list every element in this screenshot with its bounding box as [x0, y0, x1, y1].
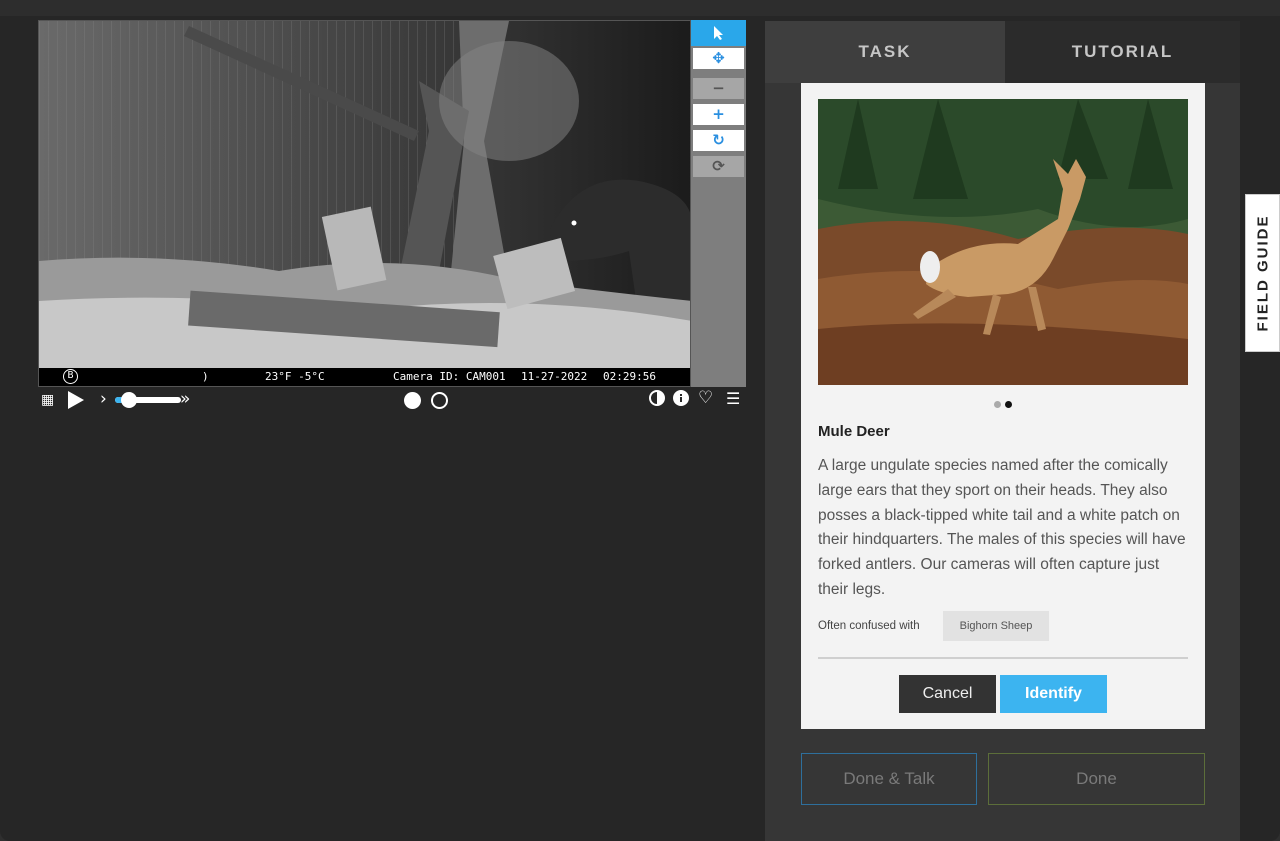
done-button[interactable]: Done — [988, 753, 1205, 805]
camera-trap-image — [39, 21, 690, 386]
reset-icon[interactable]: ⟳ — [693, 156, 744, 177]
moon-phase: ) — [202, 370, 209, 383]
species-card: Mule Deer A large ungulate species named… — [801, 83, 1205, 729]
slower-icon[interactable]: › — [100, 389, 107, 409]
species-photo — [818, 99, 1188, 385]
identify-button[interactable]: Identify — [1000, 675, 1107, 713]
heart-icon[interactable]: ♡ — [698, 388, 713, 408]
confused-label: Often confused with — [818, 620, 920, 632]
tab-task[interactable]: TASK — [765, 21, 1005, 83]
top-strip — [0, 0, 1280, 16]
panel-tabs: TASK TUTORIAL — [765, 21, 1240, 83]
brand-logo: B — [63, 369, 78, 384]
species-description: A large ungulate species named after the… — [818, 457, 1186, 598]
carousel-dot-1[interactable] — [994, 401, 1001, 408]
grid-icon[interactable]: ▦ — [41, 392, 54, 408]
carousel-dots — [801, 393, 1205, 412]
info-stamp: B ) 23°F -5°C Camera ID: CAM001 11-27-20… — [39, 368, 690, 386]
playback-controls: ▦ › » ♡ ☰ — [38, 388, 746, 412]
contrast-icon[interactable] — [649, 390, 665, 406]
image-toolbox: ✥ − + ↻ ⟳ — [691, 20, 746, 387]
field-guide-label: FIELD GUIDE — [1254, 214, 1271, 332]
faster-icon[interactable]: » — [180, 389, 190, 409]
species-name: Mule Deer — [818, 423, 890, 440]
move-icon[interactable]: ✥ — [693, 48, 744, 69]
carousel-dot-2[interactable] — [1005, 401, 1012, 408]
frame-dot-empty[interactable] — [431, 392, 448, 409]
divider — [818, 657, 1188, 659]
temperature: 23°F -5°C — [265, 370, 325, 383]
zoom-out-icon[interactable]: − — [693, 78, 744, 99]
metadata-list-icon[interactable]: ☰ — [726, 389, 740, 408]
play-icon[interactable] — [66, 390, 86, 410]
camera-id: Camera ID: CAM001 — [393, 370, 506, 383]
frame-dot-filled[interactable] — [404, 392, 421, 409]
confused-species-chip[interactable]: Bighorn Sheep — [943, 611, 1049, 641]
field-guide-tab[interactable]: FIELD GUIDE — [1245, 194, 1280, 352]
pointer-icon[interactable] — [691, 20, 746, 46]
done-and-talk-button[interactable]: Done & Talk — [801, 753, 977, 805]
speed-slider[interactable] — [115, 392, 181, 408]
app: B ) 23°F -5°C Camera ID: CAM001 11-27-20… — [0, 0, 1280, 841]
tab-tutorial[interactable]: TUTORIAL — [1005, 21, 1240, 83]
cancel-button[interactable]: Cancel — [899, 675, 996, 713]
info-icon[interactable] — [673, 390, 689, 406]
time: 02:29:56 — [603, 370, 656, 383]
zoom-in-icon[interactable]: + — [693, 104, 744, 125]
date: 11-27-2022 — [521, 370, 588, 383]
rotate-icon[interactable]: ↻ — [693, 130, 744, 151]
subject-viewer[interactable]: B ) 23°F -5°C Camera ID: CAM001 11-27-20… — [38, 20, 691, 387]
